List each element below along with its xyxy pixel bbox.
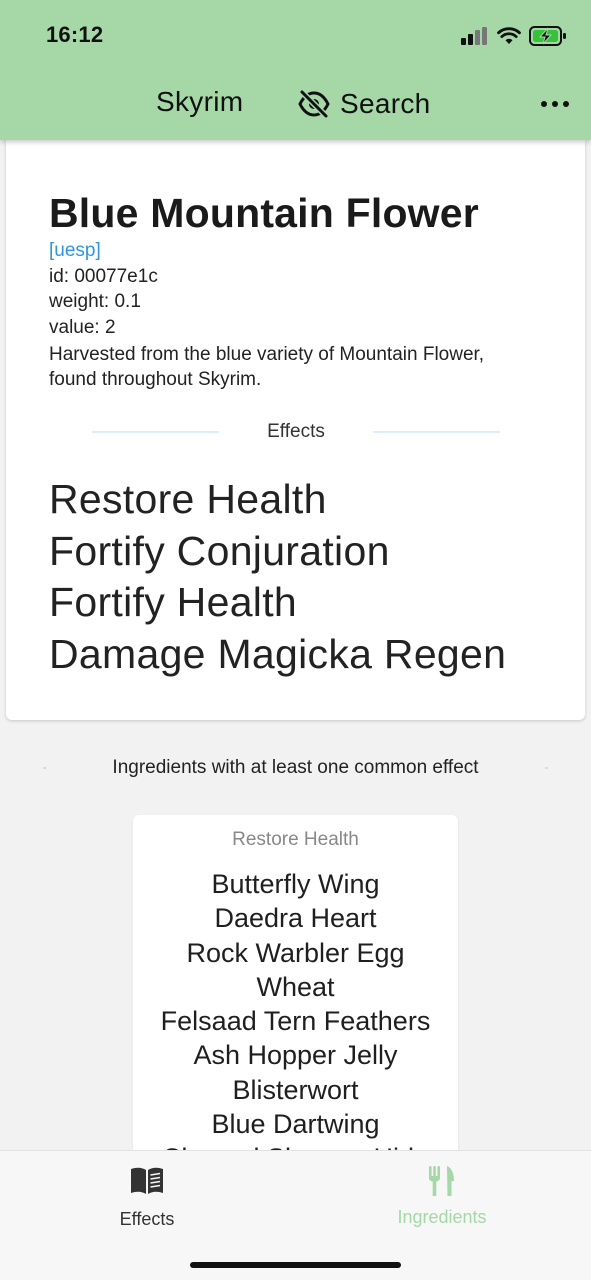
ingredient-id: id: 00077e1c	[49, 266, 158, 287]
divider-dot	[545, 767, 548, 769]
status-icons	[461, 24, 567, 48]
effects-section-label: Effects	[267, 421, 325, 442]
ingredient-description: Harvested from the blue variety of Mount…	[49, 344, 485, 390]
divider-line-right	[372, 431, 500, 433]
more-options-button[interactable]	[541, 96, 569, 112]
group-ingredient-item[interactable]: Blisterwort	[133, 1073, 458, 1107]
ingredient-weight: weight: 0.1	[49, 291, 141, 312]
app-screen: 16:12 Skyrim Search Blue Mountain Flower…	[0, 0, 591, 1280]
effect-item[interactable]: Fortify Conjuration	[49, 526, 506, 578]
bottom-tab-bar: Effects Ingredients	[0, 1150, 591, 1280]
eye-off-icon	[298, 89, 330, 119]
book-icon	[131, 1167, 163, 1194]
more-dot-icon	[563, 101, 569, 107]
app-header: 16:12 Skyrim Search	[0, 0, 591, 140]
search-button[interactable]: Search	[298, 86, 431, 122]
group-ingredient-item[interactable]: Daedra Heart	[133, 901, 458, 935]
more-dot-icon	[541, 101, 547, 107]
effects-divider: Effects	[92, 420, 500, 444]
group-ingredient-list: Butterfly Wing Daedra Heart Rock Warbler…	[133, 867, 458, 1176]
common-effects-header: Ingredients with at least one common eff…	[112, 757, 479, 778]
ingredient-value: value: 2	[49, 317, 116, 338]
group-ingredient-item[interactable]: Blue Dartwing	[133, 1107, 458, 1141]
group-ingredient-item[interactable]: Butterfly Wing	[133, 867, 458, 901]
divider-line-left	[92, 431, 219, 433]
tab-ingredients-label: Ingredients	[397, 1207, 487, 1227]
wifi-icon	[497, 27, 521, 44]
group-effect-title: Restore Health	[232, 829, 359, 850]
ingredient-title: Blue Mountain Flower	[49, 190, 479, 236]
nav-title[interactable]: Skyrim	[156, 86, 243, 118]
tab-effects[interactable]: Effects	[47, 1165, 247, 1235]
cellular-signal-icon	[461, 27, 487, 45]
group-ingredient-item[interactable]: Wheat	[133, 970, 458, 1004]
group-ingredient-item[interactable]: Rock Warbler Egg	[133, 936, 458, 970]
search-label: Search	[340, 88, 431, 119]
battery-charging-icon	[529, 26, 566, 46]
tab-ingredients[interactable]: Ingredients	[342, 1165, 542, 1235]
effect-item[interactable]: Fortify Health	[49, 577, 506, 629]
more-dot-icon	[552, 101, 558, 107]
group-ingredient-item[interactable]: Felsaad Tern Feathers	[133, 1004, 458, 1038]
uesp-link[interactable]: [uesp]	[49, 240, 101, 262]
home-indicator[interactable]	[190, 1262, 401, 1268]
fork-knife-icon	[429, 1166, 454, 1196]
status-time: 16:12	[46, 22, 104, 47]
effect-item[interactable]: Restore Health	[49, 474, 506, 526]
group-ingredient-item[interactable]: Ash Hopper Jelly	[133, 1038, 458, 1072]
effects-list: Restore Health Fortify Conjuration Forti…	[49, 474, 506, 680]
tab-effects-label: Effects	[119, 1209, 175, 1229]
effect-item[interactable]: Damage Magicka Regen	[49, 629, 506, 681]
ingredient-card: Blue Mountain Flower [uesp] id: 00077e1c…	[6, 140, 585, 720]
